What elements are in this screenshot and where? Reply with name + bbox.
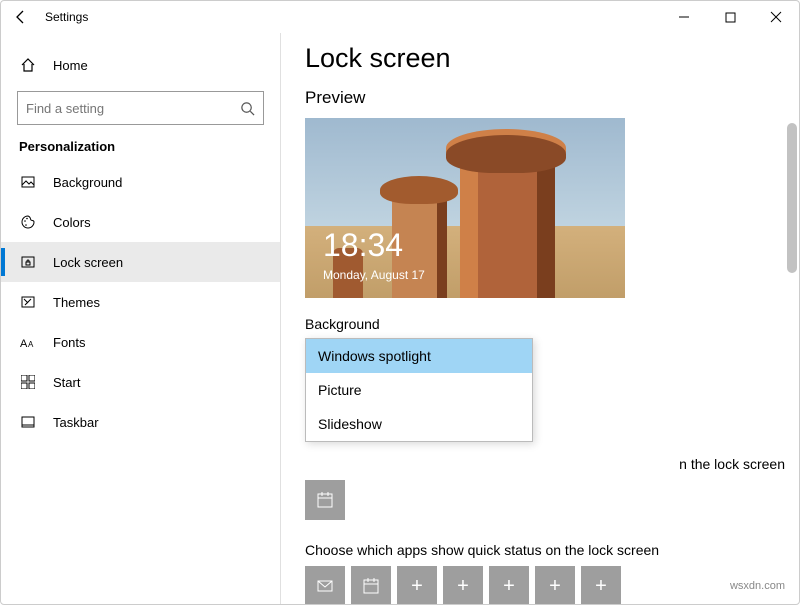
settings-window: Settings Home Personalization Background…	[0, 0, 800, 605]
nav-label: Background	[53, 175, 122, 190]
nav-label: Colors	[53, 215, 91, 230]
quick-status-add-slot[interactable]: +	[443, 566, 483, 604]
close-button[interactable]	[753, 1, 799, 33]
plus-icon: +	[549, 575, 561, 598]
taskbar-icon	[19, 414, 37, 430]
nav-colors[interactable]: Colors	[1, 202, 280, 242]
maximize-button[interactable]	[707, 1, 753, 33]
scrollbar[interactable]	[787, 123, 797, 543]
quick-status-app-mail[interactable]	[305, 566, 345, 604]
calendar-icon	[361, 576, 381, 596]
mail-icon	[315, 576, 335, 596]
nav-taskbar[interactable]: Taskbar	[1, 402, 280, 442]
preview-heading: Preview	[305, 88, 775, 108]
nav-label: Fonts	[53, 335, 86, 350]
themes-icon	[19, 294, 37, 310]
calendar-icon	[315, 490, 335, 510]
rock-graphic	[460, 153, 555, 298]
plus-icon: +	[457, 575, 469, 598]
palette-icon	[19, 214, 37, 230]
home-icon	[19, 57, 37, 73]
quick-status-add-slot[interactable]: +	[489, 566, 529, 604]
dropdown-option-picture[interactable]: Picture	[306, 373, 532, 407]
search-box[interactable]	[17, 91, 264, 125]
quick-status-tiles: + + + + +	[305, 566, 775, 604]
scrollbar-thumb[interactable]	[787, 123, 797, 273]
close-icon	[770, 11, 782, 23]
plus-icon: +	[411, 575, 423, 598]
quick-status-add-slot[interactable]: +	[581, 566, 621, 604]
picture-icon	[19, 174, 37, 190]
minimize-button[interactable]	[661, 1, 707, 33]
quick-status-label: Choose which apps show quick status on t…	[305, 542, 775, 558]
detailed-status-text-partial: n the lock screen	[305, 456, 785, 472]
search-icon	[240, 101, 255, 116]
search-input[interactable]	[26, 101, 240, 116]
quick-status-add-slot[interactable]: +	[535, 566, 575, 604]
svg-text:A: A	[28, 340, 34, 349]
preview-time: 18:34	[323, 227, 403, 264]
nav-themes[interactable]: Themes	[1, 282, 280, 322]
nav-label: Lock screen	[53, 255, 123, 270]
lock-screen-icon	[19, 254, 37, 270]
plus-icon: +	[503, 575, 515, 598]
nav-home[interactable]: Home	[1, 45, 280, 85]
minimize-icon	[678, 11, 690, 23]
background-label: Background	[305, 316, 775, 332]
preview-date: Monday, August 17	[323, 268, 425, 282]
quick-status-add-slot[interactable]: +	[397, 566, 437, 604]
back-button[interactable]	[1, 1, 41, 33]
nav-background[interactable]: Background	[1, 162, 280, 202]
nav-label: Themes	[53, 295, 100, 310]
watermark: wsxdn.com	[730, 580, 785, 592]
nav-start[interactable]: Start	[1, 362, 280, 402]
svg-text:A: A	[20, 338, 28, 349]
nav-label: Taskbar	[53, 415, 99, 430]
plus-icon: +	[595, 575, 607, 598]
sidebar: Home Personalization Background Colors L…	[1, 33, 281, 604]
detailed-status-app-calendar[interactable]	[305, 480, 345, 520]
maximize-icon	[725, 12, 736, 23]
back-icon	[13, 9, 29, 25]
fonts-icon: AA	[19, 335, 37, 349]
detailed-status-tiles	[305, 480, 775, 520]
sidebar-category: Personalization	[1, 139, 280, 162]
nav-home-label: Home	[53, 58, 88, 73]
nav-label: Start	[53, 375, 80, 390]
page-title: Lock screen	[305, 43, 775, 74]
background-dropdown[interactable]: Windows spotlight Picture Slideshow	[305, 338, 533, 442]
dropdown-option-spotlight[interactable]: Windows spotlight	[306, 339, 532, 373]
start-icon	[19, 375, 37, 389]
dropdown-option-slideshow[interactable]: Slideshow	[306, 407, 532, 441]
nav-fonts[interactable]: AA Fonts	[1, 322, 280, 362]
content-pane: Lock screen Preview 18:34 Monday, August…	[281, 33, 799, 604]
titlebar: Settings	[1, 1, 799, 33]
quick-status-app-calendar[interactable]	[351, 566, 391, 604]
nav-lock-screen[interactable]: Lock screen	[1, 242, 280, 282]
app-title: Settings	[45, 10, 88, 24]
lock-screen-preview: 18:34 Monday, August 17	[305, 118, 625, 298]
